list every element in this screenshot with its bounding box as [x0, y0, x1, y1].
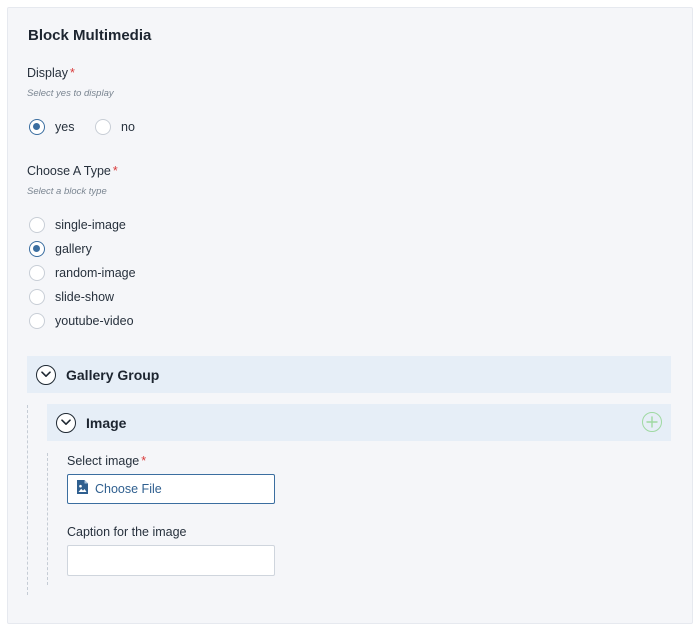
type-option-slide-show[interactable]: slide-show [29, 289, 114, 305]
chevron-down-icon[interactable] [36, 364, 56, 385]
radio-single-image[interactable] [29, 217, 45, 233]
radio-slide-show[interactable] [29, 289, 45, 305]
display-option-yes[interactable]: yes [29, 119, 74, 135]
type-option-label: single-image [55, 218, 126, 232]
required-mark: * [112, 164, 118, 178]
image-group-title: Image [86, 414, 127, 431]
radio-random-image[interactable] [29, 265, 45, 281]
radio-gallery[interactable] [29, 241, 45, 257]
display-option-no-label: no [121, 120, 135, 134]
required-mark: * [141, 454, 147, 468]
block-multimedia-panel: Block Multimedia Display * Select yes to … [7, 7, 693, 624]
gallery-group-title: Gallery Group [66, 366, 160, 383]
radio-youtube-video[interactable] [29, 313, 45, 329]
type-option-youtube-video[interactable]: youtube-video [29, 313, 134, 329]
image-indent-guide [47, 453, 48, 585]
choose-file-button[interactable]: Choose File [67, 474, 275, 504]
block-title: Block Multimedia [28, 27, 152, 44]
type-option-gallery[interactable]: gallery [29, 241, 92, 257]
type-option-label: youtube-video [55, 314, 134, 328]
file-image-icon [76, 479, 89, 500]
select-image-label-text: Select image [67, 454, 140, 468]
radio-no[interactable] [95, 119, 111, 135]
chevron-down-icon[interactable] [56, 412, 76, 433]
radio-yes[interactable] [29, 119, 45, 135]
image-group-header[interactable]: Image [47, 404, 671, 441]
choose-file-label: Choose File [95, 482, 162, 496]
type-label-text: Choose A Type [27, 164, 111, 178]
required-mark: * [70, 66, 75, 80]
caption-input[interactable] [67, 545, 275, 576]
type-option-label: random-image [55, 266, 136, 280]
add-icon[interactable] [642, 412, 662, 432]
caption-label: Caption for the image [67, 525, 187, 539]
type-option-single-image[interactable]: single-image [29, 217, 126, 233]
type-option-label: slide-show [55, 290, 115, 304]
type-option-label: gallery [55, 242, 92, 256]
display-label: Display * [27, 66, 75, 80]
display-option-no[interactable]: no [95, 119, 135, 135]
type-hint: Select a block type [27, 186, 107, 197]
type-label: Choose A Type * [27, 164, 118, 178]
select-image-label: Select image * [67, 454, 146, 468]
group-indent-guide [27, 405, 28, 595]
type-option-random-image[interactable]: random-image [29, 265, 136, 281]
display-option-yes-label: yes [55, 120, 75, 134]
display-hint: Select yes to display [27, 88, 114, 99]
gallery-group-header[interactable]: Gallery Group [27, 356, 671, 393]
display-label-text: Display [27, 66, 68, 80]
